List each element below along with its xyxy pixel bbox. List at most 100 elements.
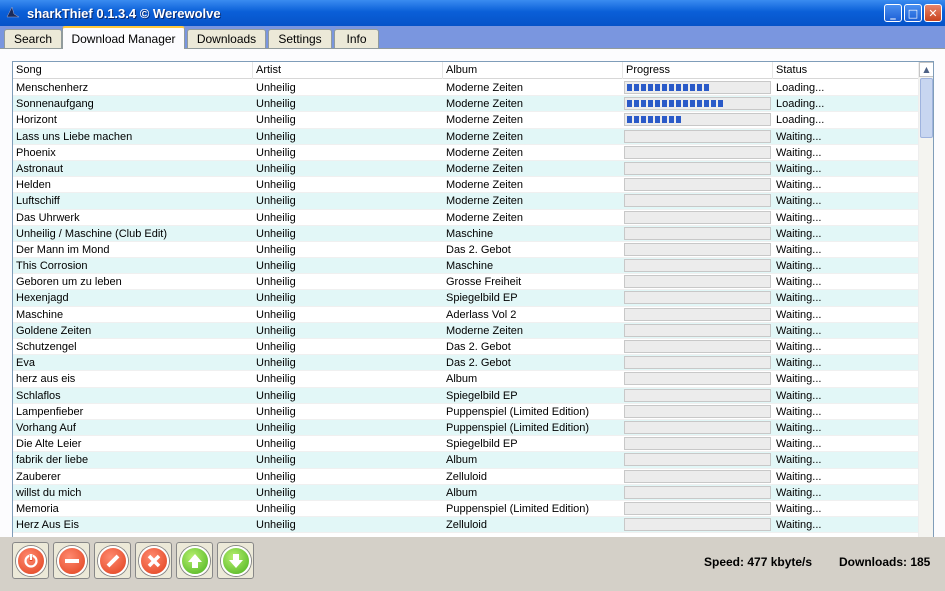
power-button[interactable] (12, 542, 49, 579)
progress-bar (624, 194, 771, 208)
table-row[interactable]: Zauberer Unheilig Zelluloid Waiting... (13, 469, 919, 485)
table-row[interactable]: Unheilig / Maschine (Club Edit) Unheilig M… (13, 225, 919, 242)
artist-cell: Unheilig (256, 519, 296, 532)
table-row[interactable]: Schlaflos Unheilig Spiegelbild EP Waiting..… (13, 387, 919, 404)
table-row[interactable]: Geboren um zu leben Unheilig Grosse Freihe… (13, 274, 919, 291)
song-cell: herz aus eis (16, 373, 76, 386)
close-icon: ✕ (928, 6, 938, 20)
progress-bar (624, 242, 771, 256)
progress-bar (624, 356, 771, 370)
album-cell: Moderne Zeiten (446, 179, 524, 192)
artist-cell: Unheilig (256, 357, 296, 370)
minimize-button[interactable]: _ (884, 4, 902, 22)
artist-cell: Unheilig (256, 454, 296, 467)
vertical-scrollbar[interactable]: ▲ ▼ (918, 62, 933, 585)
scroll-up-button[interactable]: ▲ (919, 62, 933, 77)
album-cell: Album (446, 454, 478, 467)
scrollbar-thumb[interactable] (920, 78, 933, 138)
table-row[interactable]: Maschine Unheilig Aderlass Vol 2 Waiting... (13, 307, 919, 323)
shark-icon (6, 6, 20, 18)
table-row[interactable]: Der Mann im Mond Unheilig Das 2. Gebot Wait… (13, 242, 919, 259)
table-row[interactable]: Horizont Unheilig Moderne Zeiten Loading... (13, 112, 919, 129)
column-header-status[interactable]: Status (773, 62, 919, 79)
table-row[interactable]: Menschenherz Unheilig Moderne Zeiten Loadin… (13, 80, 919, 97)
artist-cell: Unheilig (256, 243, 296, 256)
song-cell: Goldene Zeiten (16, 324, 92, 337)
table-row[interactable]: Luftschiff Unheilig Moderne Zeiten Waiting.… (13, 193, 919, 210)
progress-bar (624, 226, 771, 240)
column-header-song[interactable]: Song (13, 62, 253, 79)
table-row[interactable]: willst du mich Unheilig Album Waiting... (13, 484, 919, 501)
song-cell: Vorhang Auf (16, 421, 76, 434)
table-row[interactable]: Schutzengel Unheilig Das 2. Gebot Waiting..… (13, 339, 919, 356)
table-row[interactable]: Memoria Unheilig Puppenspiel (Limited Edit… (13, 501, 919, 518)
table-row[interactable]: Astronaut Unheilig Moderne Zeiten Waiting..… (13, 160, 919, 178)
column-header-album[interactable]: Album (443, 62, 623, 79)
progress-bar (624, 372, 771, 386)
clear-button[interactable] (94, 542, 131, 579)
album-cell: Aderlass Vol 2 (446, 308, 517, 321)
song-cell: Schutzengel (16, 341, 77, 353)
artist-cell: Unheilig (256, 130, 296, 143)
tab-search[interactable]: Search (4, 29, 62, 48)
album-cell: Moderne Zeiten (446, 130, 524, 143)
progress-bar (624, 178, 771, 192)
remove-button[interactable] (53, 542, 90, 579)
progress-bar (624, 501, 771, 515)
download-manager-panel: Song Artist Album Progress Status Mensch… (0, 48, 945, 591)
status-cell: Waiting... (776, 195, 822, 208)
maximize-button[interactable]: □ (904, 4, 922, 22)
close-button[interactable]: ✕ (924, 4, 942, 22)
table-row[interactable]: Herz Aus Eis Unheilig Zelluloid Waiting... (13, 517, 919, 534)
artist-cell: Unheilig (256, 276, 296, 289)
table-row[interactable]: herz aus eis Unheilig Album Waiting... (13, 371, 919, 388)
table-row[interactable]: Hexenjagd Unheilig Spiegelbild EP Waiting..… (13, 290, 919, 307)
album-cell: Spiegelbild EP (446, 292, 518, 305)
status-cell: Waiting... (776, 260, 822, 273)
album-cell: Moderne Zeiten (446, 195, 524, 208)
progress-bar (624, 81, 771, 94)
song-cell: Herz Aus Eis (16, 519, 79, 532)
table-row[interactable]: Lampenfieber Unheilig Puppenspiel (Limited… (13, 404, 919, 420)
maximize-icon: □ (907, 6, 919, 20)
status-cell: Loading... (776, 98, 825, 111)
album-cell: Moderne Zeiten (446, 146, 524, 159)
tab-settings[interactable]: Settings (268, 29, 332, 48)
tab-download-manager[interactable]: Download Manager (62, 26, 185, 49)
song-cell: Phoenix (16, 146, 56, 159)
column-header-progress[interactable]: Progress (623, 62, 773, 79)
tab-info[interactable]: Info (334, 29, 379, 48)
speed-label: Speed: 477 kbyte/s (704, 555, 813, 569)
progress-bar (624, 259, 771, 273)
cancel-button[interactable] (135, 542, 172, 579)
table-row[interactable]: Sonnenaufgang Unheilig Moderne Zeiten Loadi… (13, 96, 919, 113)
artist-cell: Unheilig (256, 470, 296, 483)
table-row[interactable]: Lass uns Liebe machen Unheilig Moderne Zei… (13, 128, 919, 145)
album-cell: Puppenspiel (Limited Edition) (446, 421, 590, 434)
table-row[interactable]: Eva Unheilig Das 2. Gebot Waiting... (13, 355, 919, 372)
status-cell: Waiting... (776, 130, 822, 143)
artist-cell: Unheilig (256, 162, 296, 175)
table-row[interactable]: fabrik der liebe Unheilig Album Waiting... (13, 452, 919, 469)
download-list[interactable]: Song Artist Album Progress Status Mensch… (12, 61, 934, 586)
move-down-button[interactable] (217, 542, 254, 579)
tab-downloads[interactable]: Downloads (187, 29, 266, 48)
status-cell: Waiting... (776, 227, 822, 240)
table-row[interactable]: Die Alte Leier Unheilig Spiegelbild EP Wait… (13, 436, 919, 453)
album-cell: Das 2. Gebot (446, 357, 511, 370)
status-cell: Waiting... (776, 389, 822, 402)
move-up-button[interactable] (176, 542, 213, 579)
artist-cell: Unheilig (256, 324, 296, 337)
table-row[interactable]: Helden Unheilig Moderne Zeiten Waiting... (13, 177, 919, 194)
status-cell: Waiting... (776, 357, 822, 370)
table-row[interactable]: Das Uhrwerk Unheilig Moderne Zeiten Waiting… (13, 210, 919, 226)
column-header-artist[interactable]: Artist (253, 62, 443, 79)
table-row[interactable]: Vorhang Auf Unheilig Puppenspiel (Limited … (13, 419, 919, 437)
table-row[interactable]: Phoenix Unheilig Moderne Zeiten Waiting... (13, 145, 919, 161)
artist-cell: Unheilig (256, 146, 296, 159)
status-cell: Waiting... (776, 179, 822, 192)
table-row[interactable]: This Corrosion Unheilig Maschine Waiting... (13, 258, 919, 275)
scroll-up-icon: ▲ (923, 65, 930, 74)
table-row[interactable]: Goldene Zeiten Unheilig Moderne Zeiten Wait… (13, 322, 919, 339)
album-cell: Moderne Zeiten (446, 211, 524, 224)
